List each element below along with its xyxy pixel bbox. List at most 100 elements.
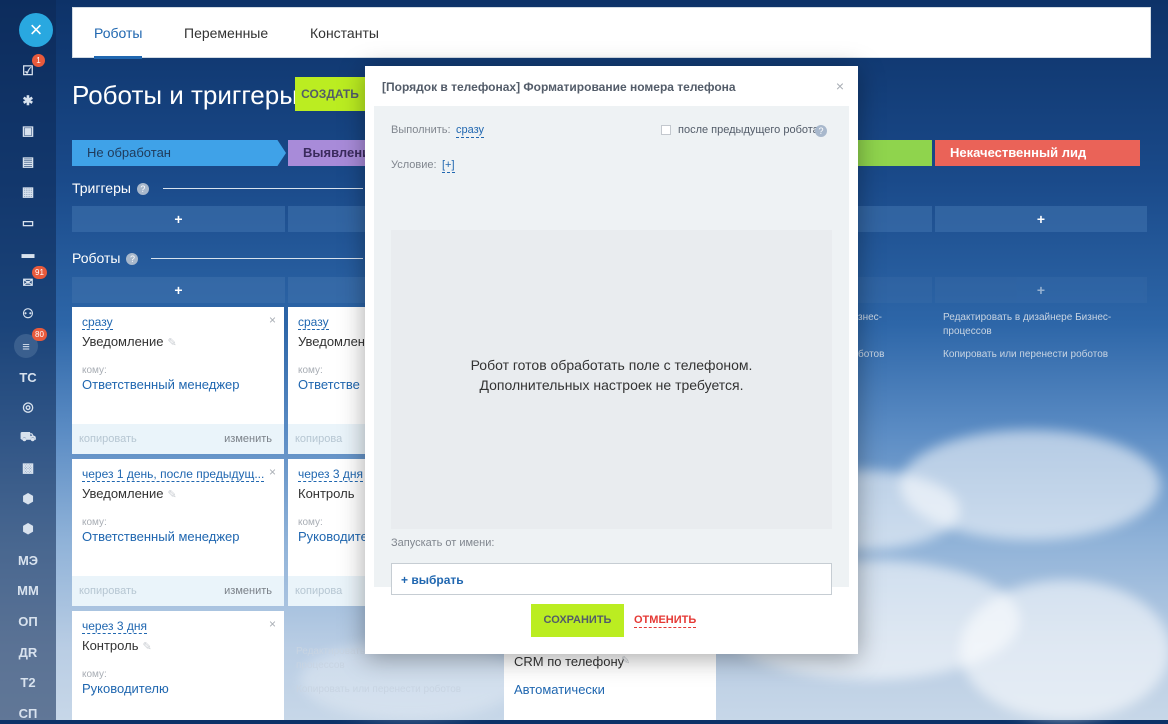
stage-low-quality-lead[interactable]: Некачественный лид [935,140,1140,166]
robot-message-area: Робот готов обработать поле с телефоном.… [391,230,832,529]
edit-robot-link[interactable]: изменить [224,433,272,445]
execute-delay-selector[interactable]: сразу [456,124,485,138]
recipient-label: кому: [298,517,323,528]
sidebar-box-icon[interactable]: ⬢ [14,518,42,540]
pencil-icon[interactable]: ✎ [167,337,176,349]
sidebar-item-label[interactable]: ТС [14,366,42,388]
sidebar-target-icon[interactable]: ◎ [14,396,42,418]
robot-name: CRM по телефону [514,654,625,669]
card-footer: копирова [288,576,365,606]
run-as-selector[interactable]: + выбрать [391,563,832,595]
robot-card[interactable]: сразу × Уведомление ✎ кому: Ответственный мен… [72,307,284,454]
card-footer: копирова [288,424,365,454]
delete-robot-icon[interactable]: × [269,313,276,327]
sidebar-item-label[interactable]: ДR [14,641,42,663]
stage-detection[interactable]: Выявление [288,140,377,166]
sidebar-drive-icon[interactable]: ▬ [14,242,42,264]
sidebar-document-icon[interactable]: ▭ [14,212,42,234]
sidebar-messages-icon[interactable]: ▤ [14,151,42,173]
stage-not-processed[interactable]: Не обработан [72,140,286,166]
robot-card[interactable]: через 3 дня Контроль кому: Руководите копиро… [288,459,368,606]
pencil-icon[interactable]: ✎ [142,641,151,653]
close-icon[interactable]: × [836,78,844,94]
robot-delay[interactable]: сразу [298,315,329,330]
robot-card[interactable]: сразу Уведомлени кому: Ответстве копирова [288,307,372,454]
help-icon[interactable]: ? [126,253,139,265]
robot-delay[interactable]: через 3 дня [82,619,147,634]
robot-name: Уведомление ✎ [82,486,177,501]
robot-recipient[interactable]: Ответстве [298,377,360,392]
sidebar-calendar-icon[interactable]: ▦ [14,181,42,203]
copy-link-fragment[interactable]: ботов [858,348,884,362]
add-robot-button[interactable]: + [935,277,1147,303]
recipient-label: кому: [82,365,107,376]
help-icon[interactable]: ? [136,183,149,195]
select-user-link[interactable]: + выбрать [401,573,464,587]
after-previous-checkbox[interactable] [661,125,671,135]
robot-recipient[interactable]: Руководите [298,529,368,544]
sidebar-item-label[interactable]: ОП [14,610,42,632]
dialog-body: Выполнить: сразу после предыдущего робот… [374,106,849,595]
robot-recipient[interactable]: Ответственный менеджер [82,529,240,544]
robot-card[interactable]: через 1 день, после предыдущ... × Уведомле… [72,459,284,606]
copy-move-robots-link[interactable]: Копировать или перенести роботов [943,348,1108,362]
robot-settings-dialog: [Порядок в телефонах] Форматирование ном… [365,66,858,654]
sidebar-contact-card-icon[interactable]: ▩ [14,457,42,479]
counter-badge: 1 [32,54,45,67]
create-button[interactable]: СОЗДАТЬ [295,77,365,111]
sidebar-cart-icon[interactable]: ⛟ [14,427,42,449]
sidebar-item-label[interactable]: Т2 [14,671,42,693]
robot-name: Уведомление ✎ [82,334,177,349]
robot-delay[interactable]: через 3 дня [298,467,363,482]
add-robot-button[interactable] [288,277,365,303]
delete-robot-icon[interactable]: × [269,465,276,479]
tab-variables[interactable]: Переменные [184,25,268,41]
add-condition-link[interactable]: [+] [442,159,455,173]
triggers-title: Триггеры? [72,180,149,196]
delete-robot-icon[interactable]: × [269,617,276,631]
copy-robot-link[interactable]: копирова [295,433,342,445]
tabs-bar: Роботы Переменные Константы [72,7,1151,59]
save-button[interactable]: СОХРАНИТЬ [531,604,624,637]
tab-robots[interactable]: Роботы [94,25,142,41]
robot-card[interactable]: через 3 дня × Контроль ✎ кому: Руководителю [72,611,284,720]
pencil-icon[interactable]: ✎ [167,489,176,501]
stage-success[interactable] [858,140,932,166]
pencil-icon[interactable]: ✎ [621,654,630,667]
sidebar-group-icon[interactable]: ⚇ [14,303,42,325]
cancel-button[interactable]: ОТМЕНИТЬ [634,614,697,628]
design-link-fragment[interactable]: знес- [858,311,882,325]
edit-robot-link[interactable]: изменить [224,585,272,597]
add-trigger-button[interactable] [288,206,365,232]
counter-badge: 80 [32,328,47,341]
add-trigger-button[interactable]: + [935,206,1147,232]
robot-delay[interactable]: сразу [82,315,113,330]
add-trigger-button[interactable] [858,206,932,232]
close-slider-button[interactable]: × [19,13,53,47]
sidebar-item-label[interactable]: МЭ [14,549,42,571]
counter-badge: 91 [32,266,47,279]
sidebar-box-icon[interactable]: ⬢ [14,488,42,510]
robot-recipient[interactable]: Руководителю [82,681,169,696]
sidebar-item-label[interactable]: ММ [14,579,42,601]
robot-recipient[interactable]: Автоматически [514,682,605,697]
sidebar-feed-icon[interactable]: ✱ [14,90,42,112]
sidebar-item-label[interactable]: СП [14,702,42,724]
page-title: Роботы и триггеры [72,80,298,110]
add-robot-button[interactable] [858,277,932,303]
help-icon[interactable]: ? [815,125,827,137]
robots-title: Роботы? [72,250,139,266]
robot-recipient[interactable]: Ответственный менеджер [82,377,240,392]
dialog-title: [Порядок в телефонах] Форматирование ном… [382,80,736,94]
sidebar-chat-icon[interactable]: ▣ [14,120,42,142]
tab-constants[interactable]: Константы [310,25,379,41]
copy-robot-link[interactable]: копировать [79,585,137,597]
copy-robot-link[interactable]: копировать [79,433,137,445]
edit-in-designer-link[interactable]: Редактировать в дизайнере Бизнес-процесс… [943,311,1133,339]
copy-move-robots-link[interactable]: Копировать или перенести роботов [296,683,461,697]
message-line: Дополнительных настроек не требуется. [479,377,744,393]
copy-robot-link[interactable]: копирова [295,585,342,597]
robot-delay[interactable]: через 1 день, после предыдущ... [82,467,265,482]
add-trigger-button[interactable]: + [72,206,285,232]
add-robot-button[interactable]: + [72,277,285,303]
